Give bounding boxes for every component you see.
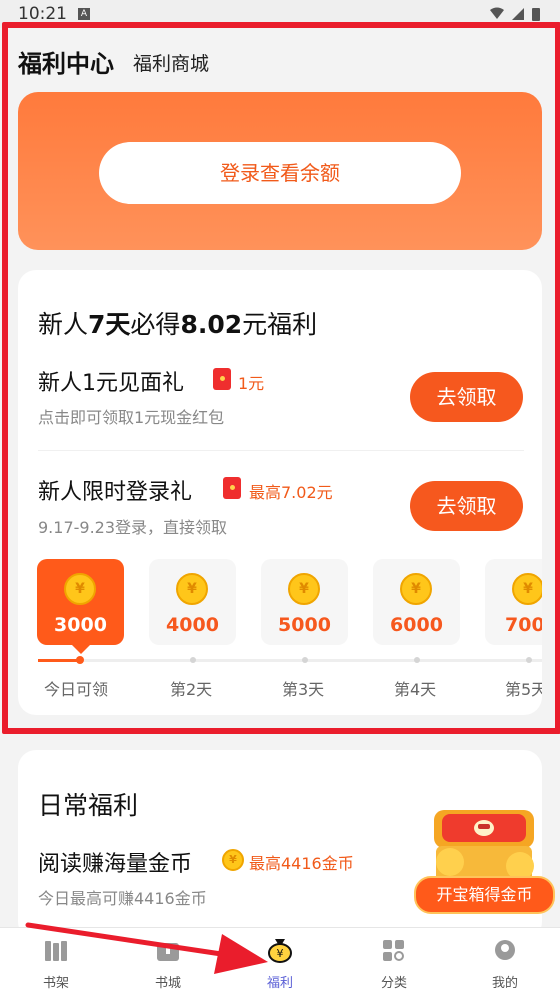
nav-label-bookshelf[interactable]: 书架 [26, 972, 86, 991]
battery-icon [532, 8, 540, 21]
status-time: 10:21 [18, 4, 67, 24]
highlight-frame [2, 22, 560, 734]
profile-icon[interactable] [492, 939, 518, 963]
bookstore-icon[interactable] [155, 939, 181, 963]
signal-icon [512, 8, 524, 20]
accessibility-icon: A [78, 8, 90, 20]
nav-label-bookstore[interactable]: 书城 [138, 972, 198, 991]
open-chest-button[interactable]: 开宝箱得金币 [414, 876, 555, 914]
task-title: 阅读赚海量金币 [38, 852, 193, 877]
money-bag-icon[interactable]: ¥ [266, 935, 294, 963]
bookshelf-icon[interactable] [43, 939, 69, 963]
nav-label-welfare[interactable]: 福利 [250, 972, 310, 991]
task-reward: 最高4416金币 [249, 854, 354, 873]
nav-label-category[interactable]: 分类 [364, 972, 424, 991]
daily-card-title: 日常福利 [38, 791, 139, 820]
category-icon[interactable] [381, 939, 407, 963]
coin-icon: ¥ [222, 849, 244, 871]
task-description: 今日最高可赚4416金币 [38, 889, 207, 908]
nav-label-profile[interactable]: 我的 [475, 972, 535, 991]
wifi-icon [490, 7, 504, 19]
svg-text:¥: ¥ [277, 947, 284, 960]
